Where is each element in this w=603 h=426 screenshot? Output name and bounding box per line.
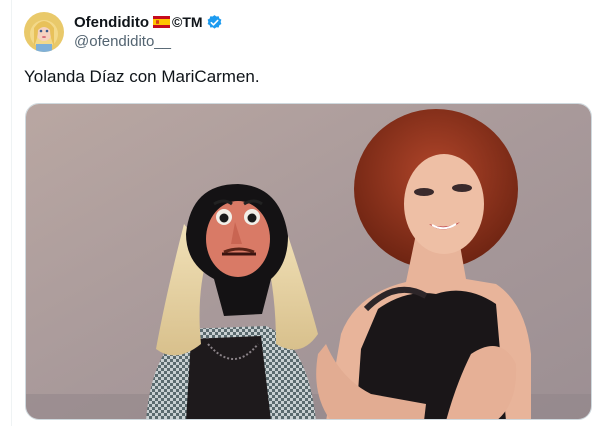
name-row: Ofendidito ©TM (74, 12, 223, 32)
tweet-header: Ofendidito ©TM @ofendidito__ (24, 10, 223, 54)
verified-badge-icon[interactable] (206, 14, 223, 31)
avatar-doll-icon (24, 12, 64, 52)
author-display-name[interactable]: Ofendidito (74, 14, 149, 31)
timeline-divider (11, 0, 12, 426)
photo-image (26, 104, 591, 419)
tweet-text: Yolanda Díaz con MariCarmen. (24, 67, 260, 86)
tweet-photo[interactable] (25, 103, 592, 420)
author-handle[interactable]: @ofendidito__ (74, 32, 223, 52)
author-names: Ofendidito ©TM @ofendidito__ (74, 12, 223, 52)
author-avatar[interactable] (24, 12, 64, 52)
author-name-suffix: ©TM (172, 14, 203, 30)
spain-flag-icon (153, 16, 170, 28)
